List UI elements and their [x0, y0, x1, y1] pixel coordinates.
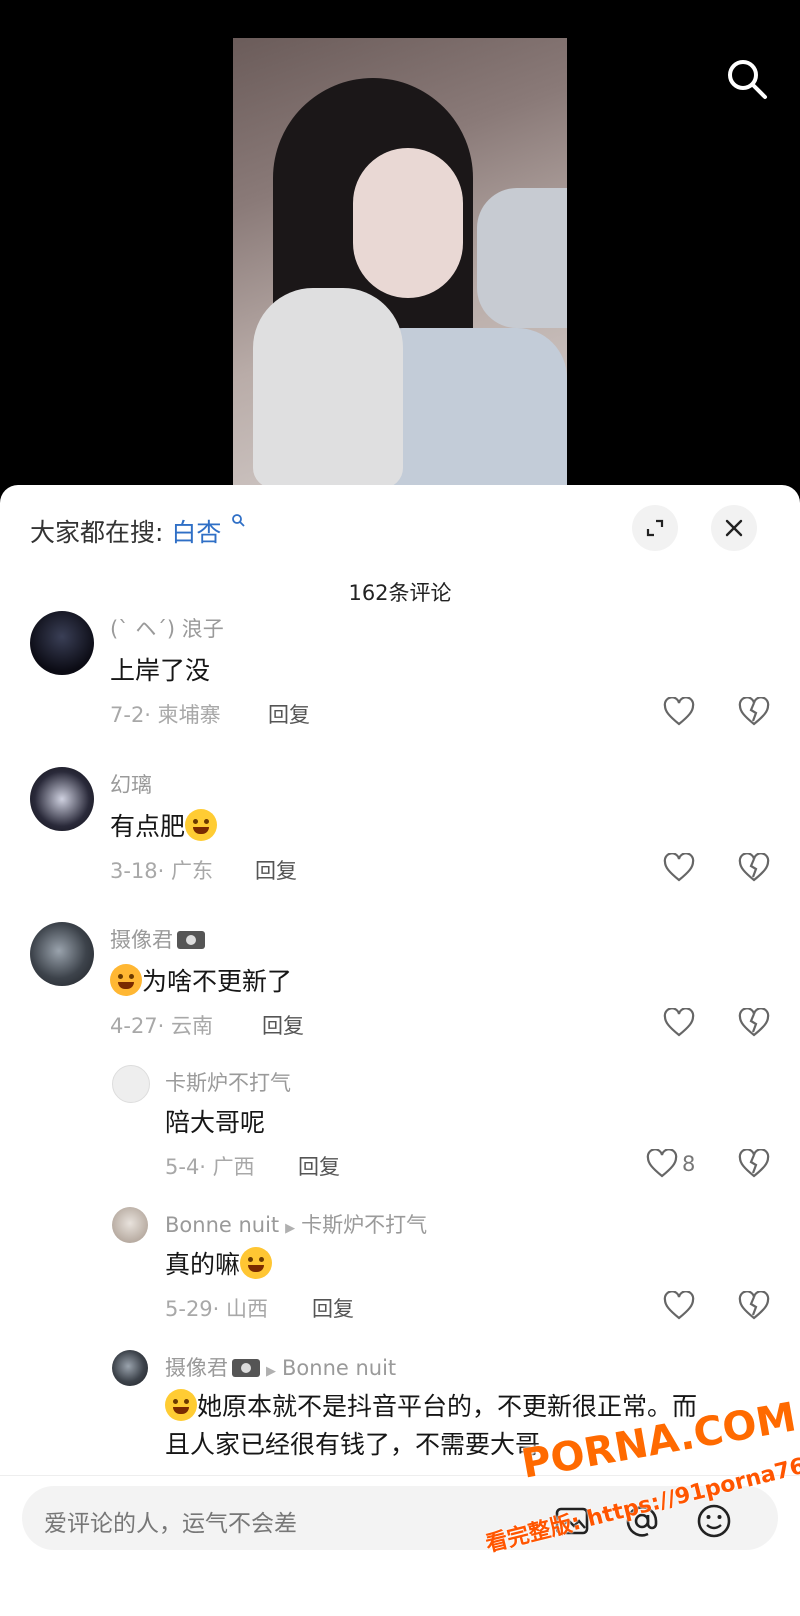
reply-text: 她原本就不是抖音平台的，不更新很正常。而 且人家已经很有钱了，不需要大哥	[165, 1388, 697, 1464]
image-icon[interactable]	[552, 1501, 592, 1541]
comment-text: 上岸了没	[110, 656, 211, 685]
avatar[interactable]	[30, 611, 94, 675]
mini-search-icon	[232, 514, 245, 527]
comment-author[interactable]: 摄像君	[110, 924, 205, 954]
reply-meta: 5-4· 广西	[165, 1155, 255, 1179]
comment-meta: 4-27· 云南	[110, 1014, 214, 1038]
avatar[interactable]	[112, 1065, 150, 1103]
comment-author[interactable]: (ˋ ヘˊ) 浪子	[110, 613, 224, 643]
expand-icon	[646, 519, 664, 537]
video-photo[interactable]	[233, 38, 567, 485]
avatar[interactable]	[30, 767, 94, 831]
close-icon	[725, 519, 743, 537]
photo-face	[353, 148, 463, 298]
broken-heart-icon[interactable]	[738, 1149, 770, 1179]
reply-text: 陪大哥呢	[165, 1108, 266, 1137]
close-button[interactable]	[711, 505, 757, 551]
expand-button[interactable]	[632, 505, 678, 551]
comment-count: 162条评论	[348, 581, 452, 605]
broken-heart-icon[interactable]	[738, 853, 770, 883]
photo-pillow	[477, 188, 567, 328]
comment-text-content: 为啥不更新了	[142, 967, 293, 996]
photo-cat	[253, 288, 403, 485]
reply-button[interactable]: 回复	[298, 1151, 340, 1181]
heart-icon	[646, 1149, 678, 1178]
at-icon[interactable]	[622, 1501, 662, 1541]
comment-author[interactable]: 幻璃	[110, 769, 152, 799]
comment-author-name: 摄像君	[110, 928, 173, 952]
camera-icon	[177, 931, 205, 949]
heart-icon[interactable]	[663, 853, 695, 883]
hot-search-bar[interactable]: 大家都在搜: 白杏	[30, 513, 245, 549]
comment-sheet: 大家都在搜: 白杏 162条评论 (ˋ ヘˊ) 浪子 上岸了没 7-2· 柬埔寨…	[0, 485, 800, 1615]
comment-text-content: 有点肥	[110, 812, 186, 841]
like-button[interactable]: 8	[646, 1149, 695, 1179]
comment-meta: 3-18· 广东	[110, 859, 214, 883]
reply-author-name: Bonne nuit	[165, 1213, 280, 1237]
reply-button[interactable]: 回复	[312, 1293, 354, 1323]
emoji-icon[interactable]	[694, 1501, 734, 1541]
heart-icon[interactable]	[663, 697, 695, 727]
reply-to-arrow-icon: ▶	[266, 1364, 276, 1379]
video-area[interactable]	[0, 0, 800, 485]
sweat-grin-emoji-icon	[165, 1389, 197, 1421]
avatar[interactable]	[112, 1207, 148, 1243]
comment-input-placeholder: 爱评论的人，运气不会差	[44, 1511, 297, 1537]
reply-text-content: 真的嘛	[165, 1250, 241, 1279]
reply-button[interactable]: 回复	[262, 1010, 304, 1040]
avatar[interactable]	[112, 1350, 148, 1386]
surprised-emoji-icon	[240, 1247, 273, 1279]
comment-meta: 7-2· 柬埔寨	[110, 703, 221, 727]
reply-author[interactable]: 卡斯炉不打气	[165, 1067, 291, 1097]
comment-input-bar: 爱评论的人，运气不会差	[0, 1475, 800, 1616]
comment-input[interactable]: 爱评论的人，运气不会差	[22, 1486, 778, 1550]
heart-icon[interactable]	[663, 1291, 695, 1321]
broken-heart-icon[interactable]	[738, 1008, 770, 1038]
avatar[interactable]	[30, 922, 94, 986]
reply-meta: 5-29· 山西	[165, 1297, 269, 1321]
heart-icon[interactable]	[663, 1008, 695, 1038]
reply-text-line2: 且人家已经很有钱了，不需要大哥	[165, 1430, 541, 1459]
reply-author[interactable]: Bonne nuit ▶ 卡斯炉不打气	[165, 1209, 427, 1239]
reply-author-name: 摄像君	[165, 1356, 228, 1380]
reply-to-name: 卡斯炉不打气	[301, 1213, 428, 1237]
like-count: 8	[682, 1152, 696, 1176]
reply-to-arrow-icon: ▶	[285, 1221, 296, 1236]
reply-button[interactable]: 回复	[255, 855, 297, 885]
comment-text: 为啥不更新了	[110, 962, 292, 998]
hot-search-keyword[interactable]: 白杏	[171, 518, 221, 547]
comment-text: 有点肥	[110, 807, 218, 843]
camera-icon	[232, 1359, 260, 1377]
hot-search-prefix: 大家都在搜:	[30, 518, 164, 547]
reply-text: 真的嘛	[165, 1245, 273, 1281]
grin-emoji-icon	[185, 809, 218, 841]
reply-button[interactable]: 回复	[268, 699, 310, 729]
crying-emoji-icon	[110, 964, 142, 996]
reply-to-name: Bonne nuit	[282, 1356, 397, 1380]
search-icon[interactable]	[723, 55, 771, 103]
reply-text-line1: 她原本就不是抖音平台的，不更新很正常。而	[197, 1392, 698, 1421]
reply-author[interactable]: 摄像君 ▶ Bonne nuit	[165, 1352, 396, 1382]
broken-heart-icon[interactable]	[738, 1291, 770, 1321]
broken-heart-icon[interactable]	[738, 697, 770, 727]
